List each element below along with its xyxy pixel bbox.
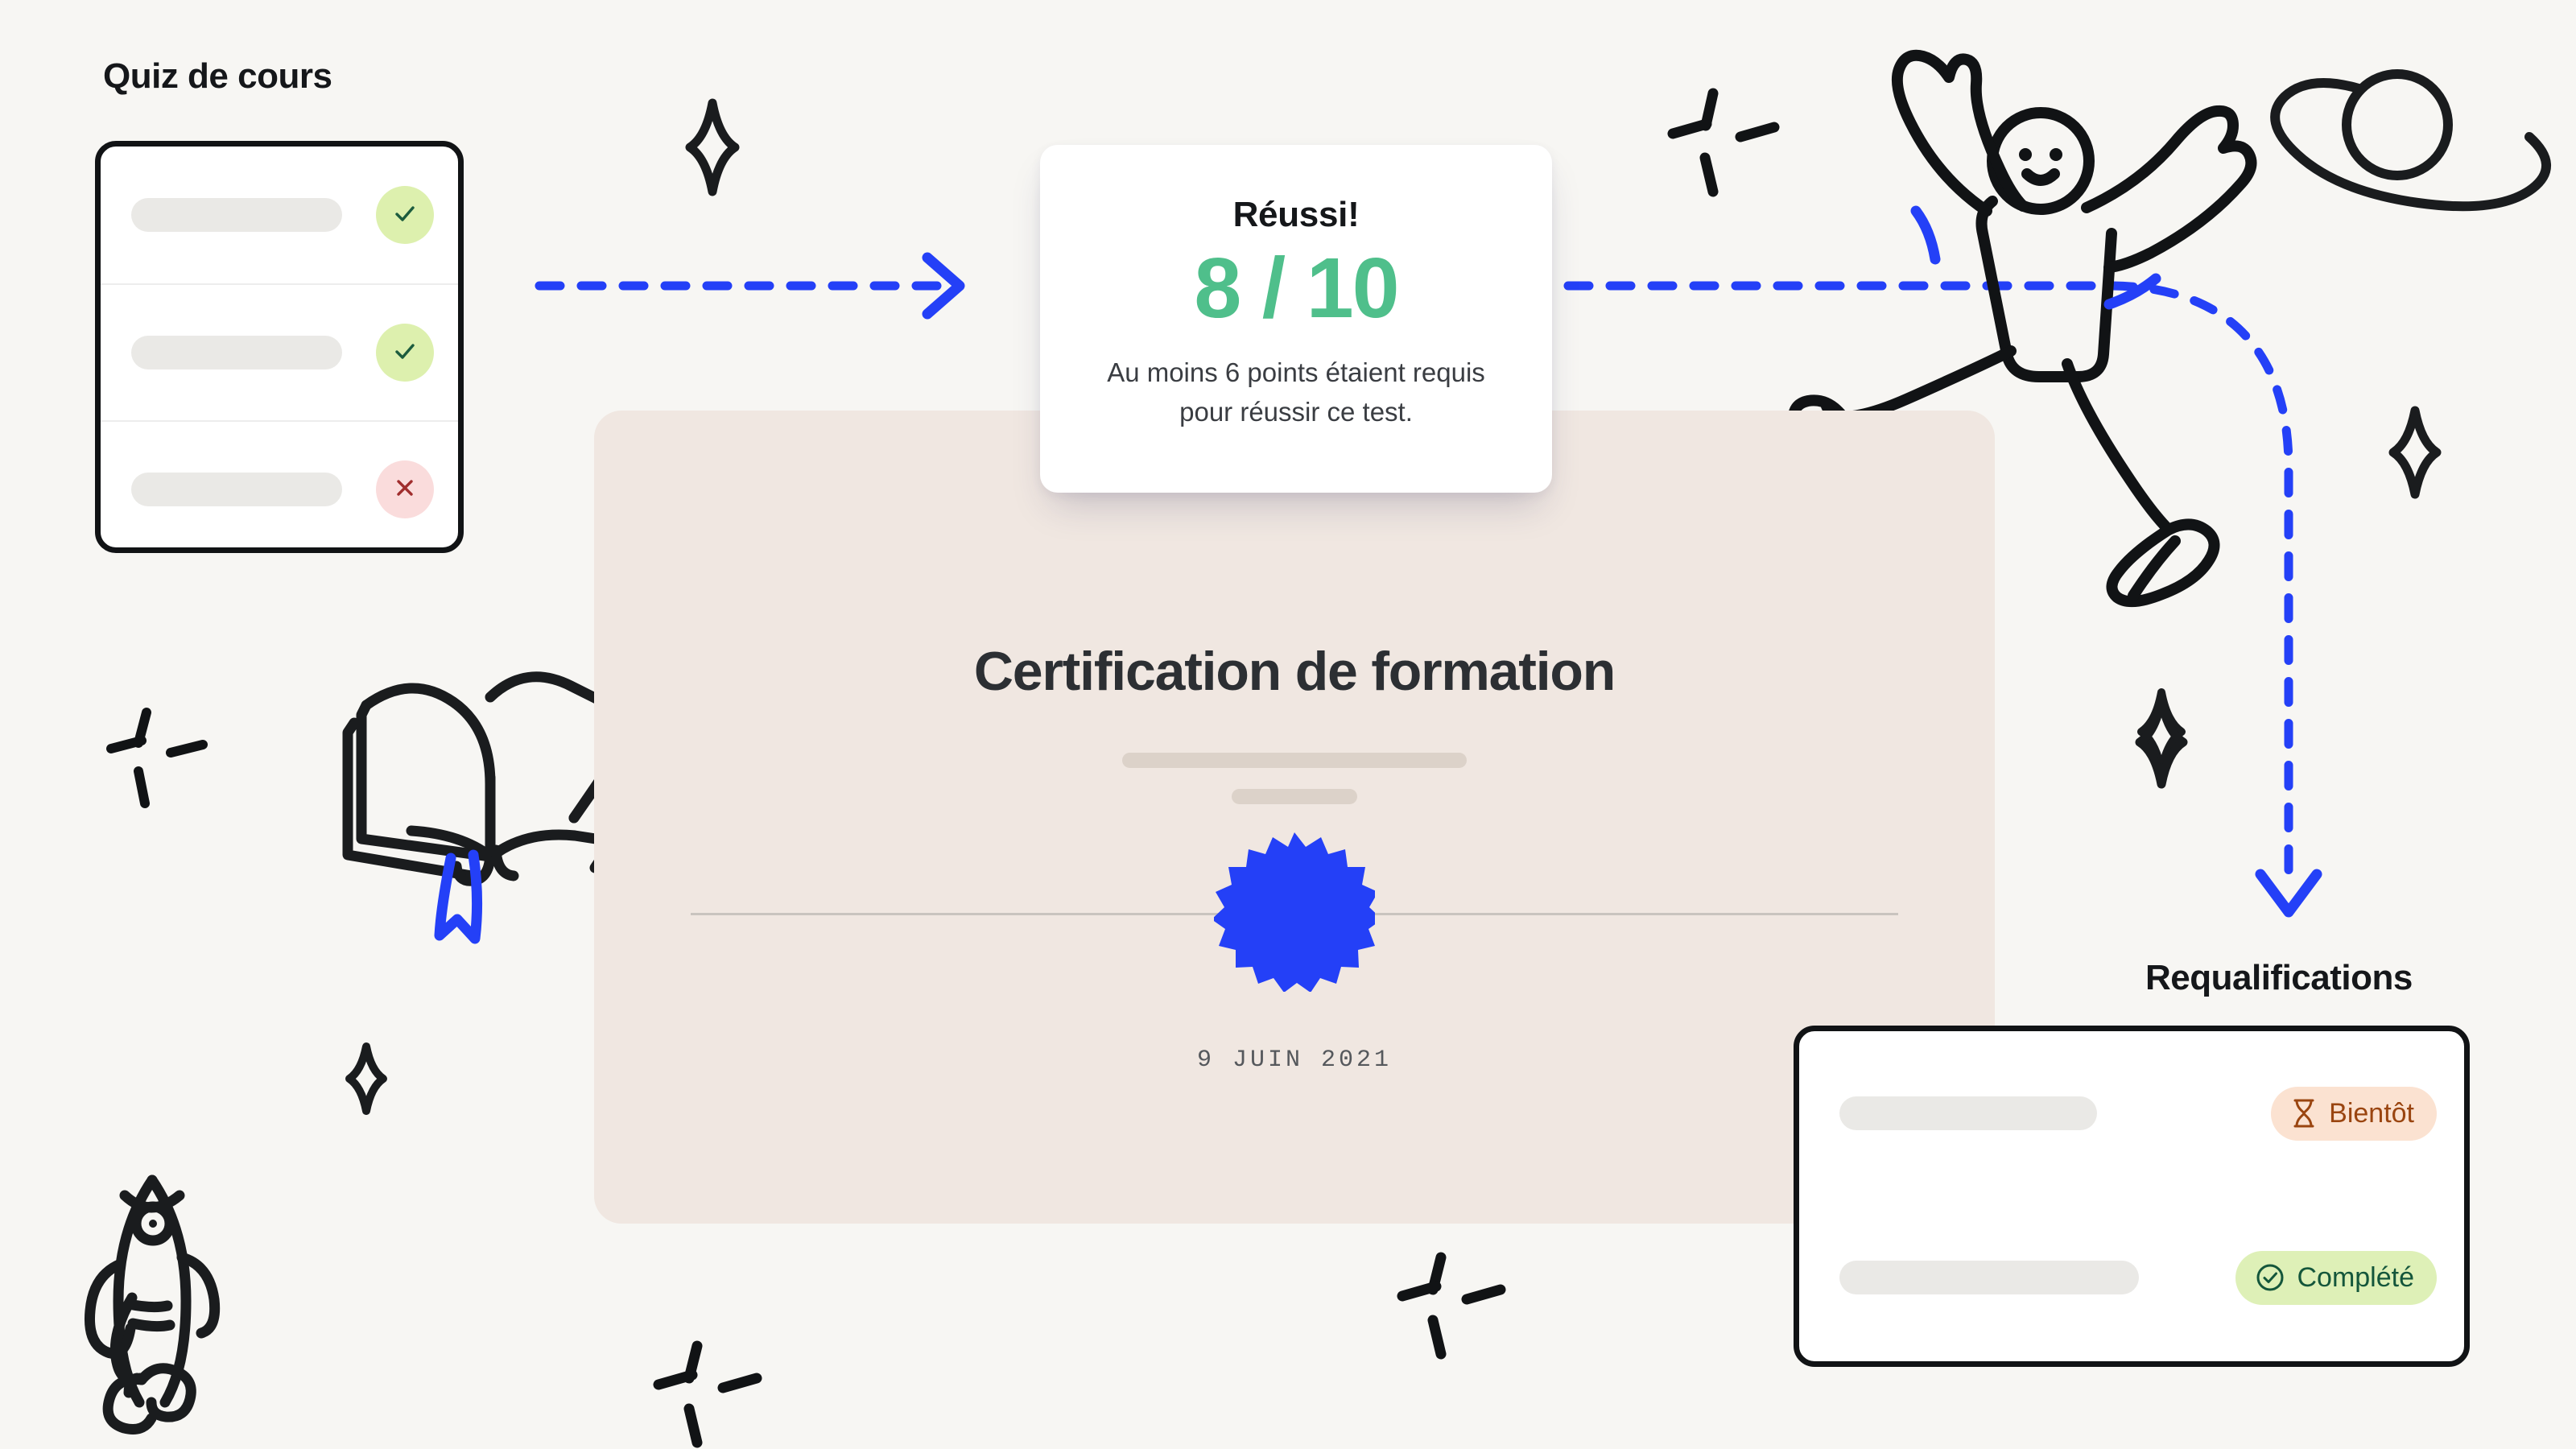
- quiz-card: [95, 141, 464, 553]
- quiz-row[interactable]: [101, 283, 458, 420]
- requalification-row[interactable]: Bientôt: [1799, 1031, 2464, 1195]
- certificate-date: 9 JUIN 2021: [1196, 1046, 1393, 1074]
- requalifications-card: Bientôt Complété: [1794, 1026, 2470, 1367]
- quiz-question-placeholder: [131, 473, 342, 506]
- rocket-illustration: [84, 1174, 221, 1435]
- requalification-title-placeholder: [1839, 1261, 2139, 1294]
- certificate-placeholder-line: [1232, 789, 1357, 804]
- starburst-seal-icon: [1212, 832, 1382, 993]
- requalification-row[interactable]: Complété: [1799, 1195, 2464, 1360]
- saturn-planet-illustration: [2270, 69, 2551, 212]
- sparkle-four-point-icon: [2388, 406, 2442, 499]
- sparkle-burst-icon: [653, 1340, 762, 1448]
- sparkle-four-point-icon: [2135, 696, 2188, 789]
- quiz-section-title: Quiz de cours: [103, 56, 332, 96]
- status-badge-label: Bientôt: [2329, 1097, 2414, 1129]
- quiz-status-incorrect: [376, 460, 434, 518]
- quiz-question-placeholder: [131, 198, 342, 232]
- sparkle-four-point-icon: [345, 1042, 387, 1115]
- certificate-title: Certification de formation: [973, 641, 1616, 702]
- quiz-result-card: Réussi! 8 / 10 Au moins 6 points étaient…: [1040, 145, 1552, 493]
- check-circle-icon: [2255, 1262, 2285, 1293]
- quiz-status-correct: [376, 324, 434, 382]
- result-score: 8 / 10: [1194, 240, 1399, 336]
- hourglass-icon: [2290, 1098, 2318, 1129]
- requalifications-section-title: Requalifications: [2145, 958, 2413, 997]
- quiz-row[interactable]: [101, 147, 458, 283]
- sparkle-four-point-icon: [2137, 688, 2186, 775]
- status-badge-soon: Bientôt: [2271, 1086, 2437, 1141]
- certificate-seal-badge: [1212, 831, 1382, 993]
- certificate-placeholder-line: [1122, 753, 1467, 768]
- quiz-status-correct: [376, 186, 434, 244]
- result-note: Au moins 6 points étaient requis pour ré…: [1107, 357, 1485, 427]
- illustration-canvas: Quiz de cours Certification de formation…: [0, 0, 2576, 1449]
- close-icon: [391, 474, 419, 506]
- quiz-question-placeholder: [131, 336, 342, 369]
- check-icon: [390, 336, 419, 369]
- sparkle-burst-icon: [1397, 1252, 1506, 1360]
- check-icon: [390, 199, 419, 232]
- quiz-row[interactable]: [101, 420, 458, 547]
- status-badge-label: Complété: [2297, 1261, 2414, 1293]
- status-badge-completed: Complété: [2235, 1250, 2437, 1305]
- dashed-arrow-right-icon: [535, 252, 965, 320]
- sparkle-four-point-icon: [685, 98, 740, 196]
- sparkle-burst-icon: [106, 708, 208, 808]
- sparkle-burst-icon: [1667, 88, 1780, 197]
- result-title: Réussi!: [1232, 194, 1360, 234]
- requalification-title-placeholder: [1839, 1096, 2097, 1130]
- certificate-card: Certification de formation 9 JUIN 2021: [594, 411, 1995, 1224]
